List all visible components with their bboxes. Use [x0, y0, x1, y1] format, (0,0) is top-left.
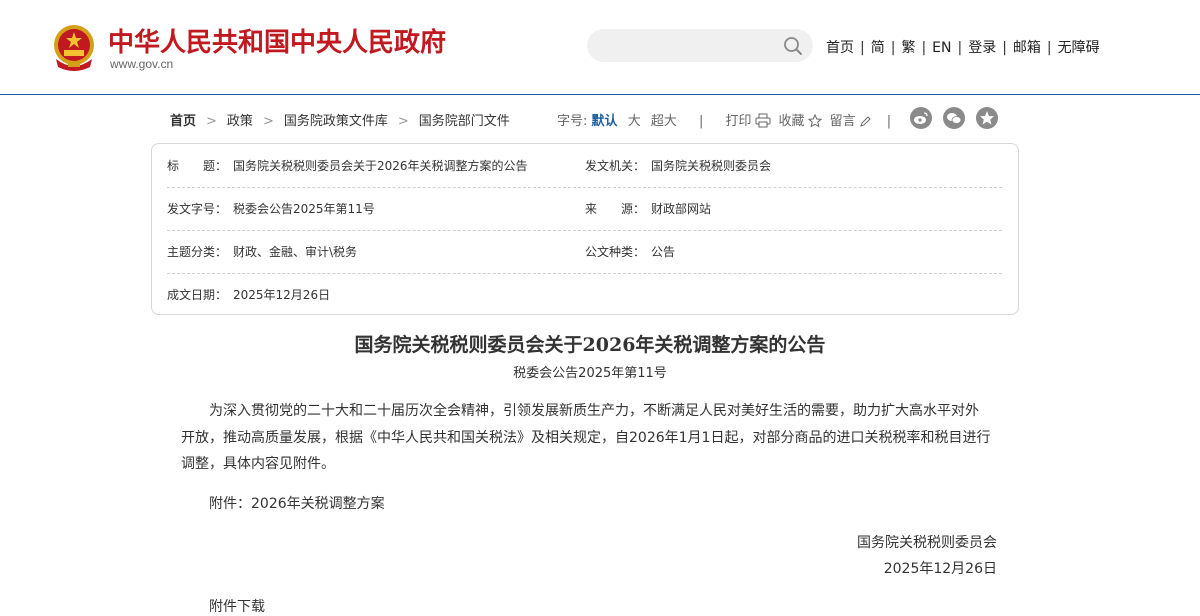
wechat-icon[interactable] [943, 107, 965, 129]
attachment-text[interactable]: 附件：2026年关税调整方案 [209, 493, 385, 513]
site-header: 中华人民共和国中央人民政府 www.gov.cn 首页 | 简 | 繁 | EN | 登录 | 邮箱… [0, 0, 1200, 95]
font-size-label: 字号: [557, 114, 588, 129]
breadcrumb: 首页 > 政策 > 国务院政策文件库 > 国务院部门文件 [170, 110, 510, 129]
top-nav: 首页 | 简 | 繁 | EN | 登录 | 邮箱 | 无障碍 [826, 37, 1100, 57]
attachment-download-label: 附件下载 [209, 599, 265, 615]
nav-traditional-link[interactable]: 繁 [901, 37, 915, 57]
tools-separator: | [886, 114, 892, 129]
source-label: 来 源： [585, 202, 646, 216]
date-label: 成文日期： [167, 288, 228, 302]
article-sign-date: 2025年12月26日 [883, 561, 997, 577]
nav-separator: | [1002, 40, 1007, 56]
chevron-right-icon: > [262, 114, 274, 129]
title-label: 标 题： [167, 159, 228, 173]
doc-type-value: 公告 [651, 245, 676, 259]
breadcrumb-policy[interactable]: 政策 [227, 114, 253, 129]
nav-home-link[interactable]: 首页 [826, 37, 854, 57]
comment-button[interactable]: 留言 [830, 114, 856, 129]
national-emblem-icon[interactable] [52, 23, 96, 71]
print-button[interactable]: 打印 [726, 114, 752, 129]
search-input[interactable] [601, 35, 775, 57]
info-row: 主题分类： 财政、金融、审计\税务 公文种类： 公告 [167, 230, 1002, 274]
breadcrumb-home[interactable]: 首页 [170, 114, 196, 129]
favorite-button[interactable]: 收藏 [779, 114, 805, 129]
issuer-value: 国务院关税税则委员会 [651, 159, 772, 173]
nav-separator: | [957, 40, 963, 56]
title-value: 国务院关税税则委员会关于2026年关税调整方案的公告 [233, 159, 528, 173]
document-info-box: 标 题： 国务院关税税则委员会关于2026年关税调整方案的公告 发文机关： 国务… [151, 143, 1019, 315]
article-title: 国务院关税税则委员会关于2026年关税调整方案的公告 [354, 334, 826, 356]
doc-number-value: 税委会公告2025年第11号 [233, 202, 375, 216]
search-icon[interactable] [783, 36, 803, 56]
article-tools: 字号: 默认 大 超大 | 打印 收藏 留言 | [557, 110, 909, 129]
tools-separator: | [699, 114, 704, 129]
qzone-icon[interactable] [976, 107, 998, 129]
issuer-label: 发文机关： [585, 159, 646, 173]
article-doc-number: 税委会公告2025年第11号 [513, 366, 667, 381]
star-icon[interactable] [807, 114, 822, 128]
source-value: 财政部网站 [651, 202, 712, 216]
site-title[interactable]: 中华人民共和国中央人民政府 [108, 22, 446, 59]
site-url[interactable]: www.gov.cn [110, 57, 173, 71]
info-row: 成文日期： 2025年12月26日 [167, 273, 1002, 316]
font-size-large-button[interactable]: 大 [628, 114, 641, 129]
nav-mail-link[interactable]: 邮箱 [1013, 37, 1041, 57]
info-row: 发文字号： 税委会公告2025年第11号 来 源： 财政部网站 [167, 187, 1002, 231]
nav-separator: | [890, 40, 896, 56]
article-body: 为深入贯彻党的二十大和二十届历次全会精神，引领发展新质生产力，不断满足人民对美好… [181, 403, 991, 472]
nav-login-link[interactable]: 登录 [968, 37, 996, 57]
font-size-default-button[interactable]: 默认 [592, 114, 618, 129]
pencil-icon[interactable] [859, 115, 871, 128]
date-value: 2025年12月26日 [233, 288, 331, 302]
category-label: 主题分类： [167, 245, 228, 259]
search-box[interactable] [587, 29, 813, 62]
printer-icon[interactable] [755, 113, 771, 128]
breadcrumb-policy-library[interactable]: 国务院政策文件库 [284, 114, 388, 129]
category-value: 财政、金融、审计\税务 [233, 245, 358, 259]
nav-accessibility-link[interactable]: 无障碍 [1058, 37, 1100, 57]
doc-type-label: 公文种类： [585, 245, 646, 259]
nav-separator: | [921, 40, 927, 56]
nav-separator: | [1046, 40, 1052, 56]
font-size-xlarge-button[interactable]: 超大 [651, 114, 677, 129]
info-row: 标 题： 国务院关税税则委员会关于2026年关税调整方案的公告 发文机关： 国务… [167, 144, 1002, 188]
breadcrumb-department-docs[interactable]: 国务院部门文件 [419, 114, 510, 129]
chevron-right-icon: > [206, 114, 217, 129]
nav-english-link[interactable]: EN [932, 40, 951, 56]
doc-number-label: 发文字号： [167, 202, 228, 216]
weibo-icon[interactable] [910, 107, 932, 129]
article-signer: 国务院关税税则委员会 [857, 535, 997, 551]
nav-separator: | [860, 40, 865, 56]
chevron-right-icon: > [397, 114, 409, 129]
nav-simplified-link[interactable]: 简 [871, 37, 885, 57]
